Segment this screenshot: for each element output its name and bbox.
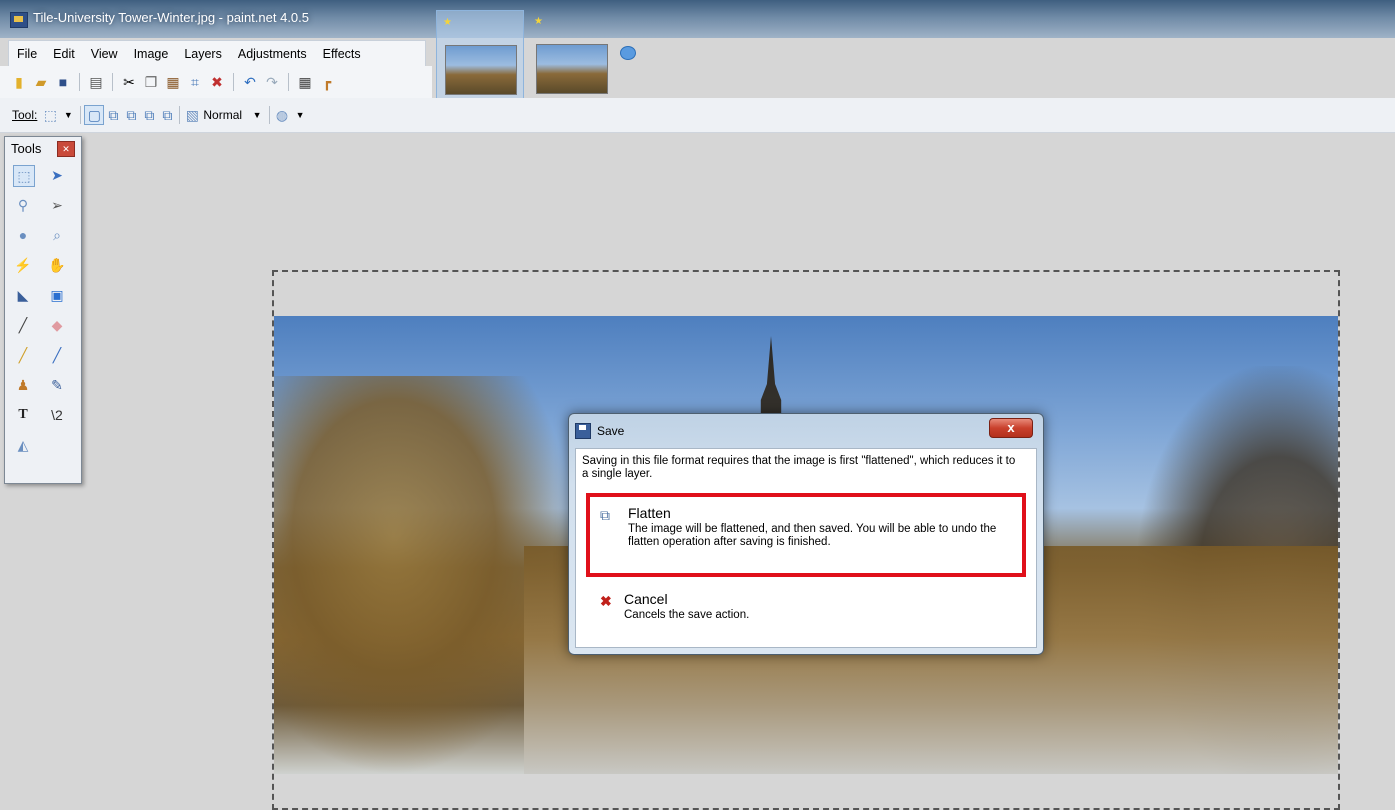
title-bar: Tile-University Tower-Winter.jpg - paint… — [0, 0, 1395, 38]
tool-options-bar: Tool: ⬚ ▼ ▢ ⧉ ⧉ ⧉ ⧉ ▧ Normal ▼ ◍ ▼ — [0, 98, 1395, 133]
menu-image[interactable]: Image — [126, 47, 177, 61]
menu-edit[interactable]: Edit — [45, 47, 83, 61]
menu-adjustments[interactable]: Adjustments — [230, 47, 315, 61]
menu-bar: File Edit View Image Layers Adjustments … — [8, 40, 426, 68]
rectangle-select-icon[interactable]: ⬚ — [41, 106, 59, 124]
chevron-down-icon[interactable]: ▼ — [248, 106, 266, 124]
eraser-tool-icon[interactable]: ◆ — [47, 315, 67, 335]
menu-layers[interactable]: Layers — [176, 47, 230, 61]
recolor-tool-icon[interactable]: ✎ — [47, 375, 67, 395]
unsaved-star-icon: ★ — [443, 17, 452, 28]
flatten-title: Flatten — [628, 505, 671, 521]
selection-union-icon[interactable]: ⧉ — [104, 106, 122, 124]
antialias-icon[interactable]: ◍ — [273, 106, 291, 124]
shapes-tool-icon[interactable]: ◭ — [13, 435, 33, 455]
image-tab[interactable]: ★ — [528, 10, 614, 98]
new-icon[interactable]: ▮ — [10, 73, 28, 91]
tab-scroll-icon[interactable] — [620, 46, 636, 60]
menu-view[interactable]: View — [83, 47, 126, 61]
image-tab-active[interactable]: ★ — [436, 10, 524, 100]
toolbar-divider — [288, 73, 289, 91]
menu-effects[interactable]: Effects — [315, 47, 369, 61]
gradient-tool-icon[interactable]: ▣ — [47, 285, 67, 305]
blend-mode-select[interactable]: Normal — [203, 108, 242, 122]
crop-icon[interactable]: ⌗ — [186, 73, 204, 91]
open-icon[interactable]: ▰ — [32, 73, 50, 91]
redo-icon[interactable]: ↷ — [263, 73, 281, 91]
ruler-icon[interactable]: ┏ — [318, 73, 336, 91]
deselect-icon[interactable]: ✖ — [208, 73, 226, 91]
color-picker-tool-icon[interactable]: ╱ — [47, 345, 67, 365]
cancel-x-icon: ✖ — [600, 593, 612, 609]
ellipse-select-tool-icon[interactable]: ● — [13, 225, 33, 245]
undo-icon[interactable]: ↶ — [241, 73, 259, 91]
cancel-title: Cancel — [624, 591, 668, 607]
selection-replace-icon[interactable]: ▢ — [84, 105, 105, 125]
paintbrush-tool-icon[interactable]: ╱ — [13, 315, 33, 335]
flatten-option[interactable]: ⧉ Flatten The image will be flattened, a… — [586, 493, 1026, 577]
save-icon[interactable]: ■ — [54, 73, 72, 91]
pan-tool-icon[interactable]: ✋ — [47, 255, 67, 275]
grid-icon[interactable]: ▦ — [296, 73, 314, 91]
toolbar-divider — [233, 73, 234, 91]
close-icon[interactable]: ✕ — [57, 141, 75, 157]
save-dialog: Save x Saving in this file format requir… — [568, 413, 1044, 655]
flatten-description: The image will be flattened, and then sa… — [628, 523, 997, 548]
dialog-body: Saving in this file format requires that… — [575, 448, 1037, 648]
thumbnail-image — [536, 44, 608, 94]
cancel-option[interactable]: ✖ Cancel Cancels the save action. — [586, 587, 1026, 627]
print-icon[interactable]: ▤ — [87, 73, 105, 91]
line-curve-tool-icon[interactable]: \2 — [47, 405, 67, 425]
save-icon — [575, 423, 591, 439]
app-icon — [10, 12, 28, 28]
rectangle-select-tool-icon[interactable]: ⬚ — [13, 165, 35, 187]
pencil-tool-icon[interactable]: ╱ — [13, 345, 33, 365]
selection-invert-icon[interactable]: ⧉ — [158, 106, 176, 124]
move-selected-tool-icon[interactable]: ➤ — [47, 165, 67, 185]
thumbnail-image — [445, 45, 517, 95]
chevron-down-icon[interactable]: ▼ — [291, 106, 309, 124]
chevron-down-icon[interactable]: ▼ — [59, 106, 77, 124]
unsaved-star-icon: ★ — [534, 16, 543, 27]
close-button[interactable]: x — [989, 418, 1033, 438]
blend-mode-icon: ▧ — [185, 106, 199, 123]
dialog-title-bar: Save — [575, 420, 624, 442]
tool-label: Tool: — [12, 108, 38, 122]
text-tool-icon[interactable]: T — [13, 405, 33, 425]
toolbar-divider — [79, 73, 80, 91]
flatten-layers-icon: ⧉ — [600, 507, 610, 523]
move-selection-tool-icon[interactable]: ➢ — [47, 195, 67, 215]
window-title: Tile-University Tower-Winter.jpg - paint… — [33, 10, 309, 25]
selection-exclude-icon[interactable]: ⧉ — [122, 106, 140, 124]
paste-icon[interactable]: ▦ — [164, 73, 182, 91]
selection-intersect-icon[interactable]: ⧉ — [140, 106, 158, 124]
main-toolbar: ▮ ▰ ■ ▤ ✂ ❐ ▦ ⌗ ✖ ↶ ↷ ▦ ┏ — [0, 66, 432, 98]
dialog-title: Save — [597, 424, 625, 438]
magic-wand-tool-icon[interactable]: ⚡ — [13, 255, 33, 275]
toolbar-divider — [112, 73, 113, 91]
cut-icon[interactable]: ✂ — [120, 73, 138, 91]
paint-bucket-tool-icon[interactable]: ◣ — [13, 285, 33, 305]
menu-file[interactable]: File — [9, 47, 45, 61]
toolbar-divider — [80, 106, 82, 124]
zoom-tool-icon[interactable]: ⌕ — [47, 225, 67, 245]
dialog-message: Saving in this file format requires that… — [582, 455, 1016, 480]
cancel-description: Cancels the save action. — [624, 609, 750, 621]
clone-stamp-tool-icon[interactable]: ♟ — [13, 375, 33, 395]
toolbar-divider — [269, 106, 271, 124]
tools-palette: Tools ✕ ⬚ ➤ ⚲ ➢ ● ⌕ ⚡ ✋ ◣ ▣ ╱ ◆ ╱ ╱ ♟ ✎ … — [4, 136, 82, 484]
copy-icon[interactable]: ❐ — [142, 73, 160, 91]
toolbar-divider — [179, 106, 181, 124]
lasso-select-tool-icon[interactable]: ⚲ — [13, 195, 33, 215]
